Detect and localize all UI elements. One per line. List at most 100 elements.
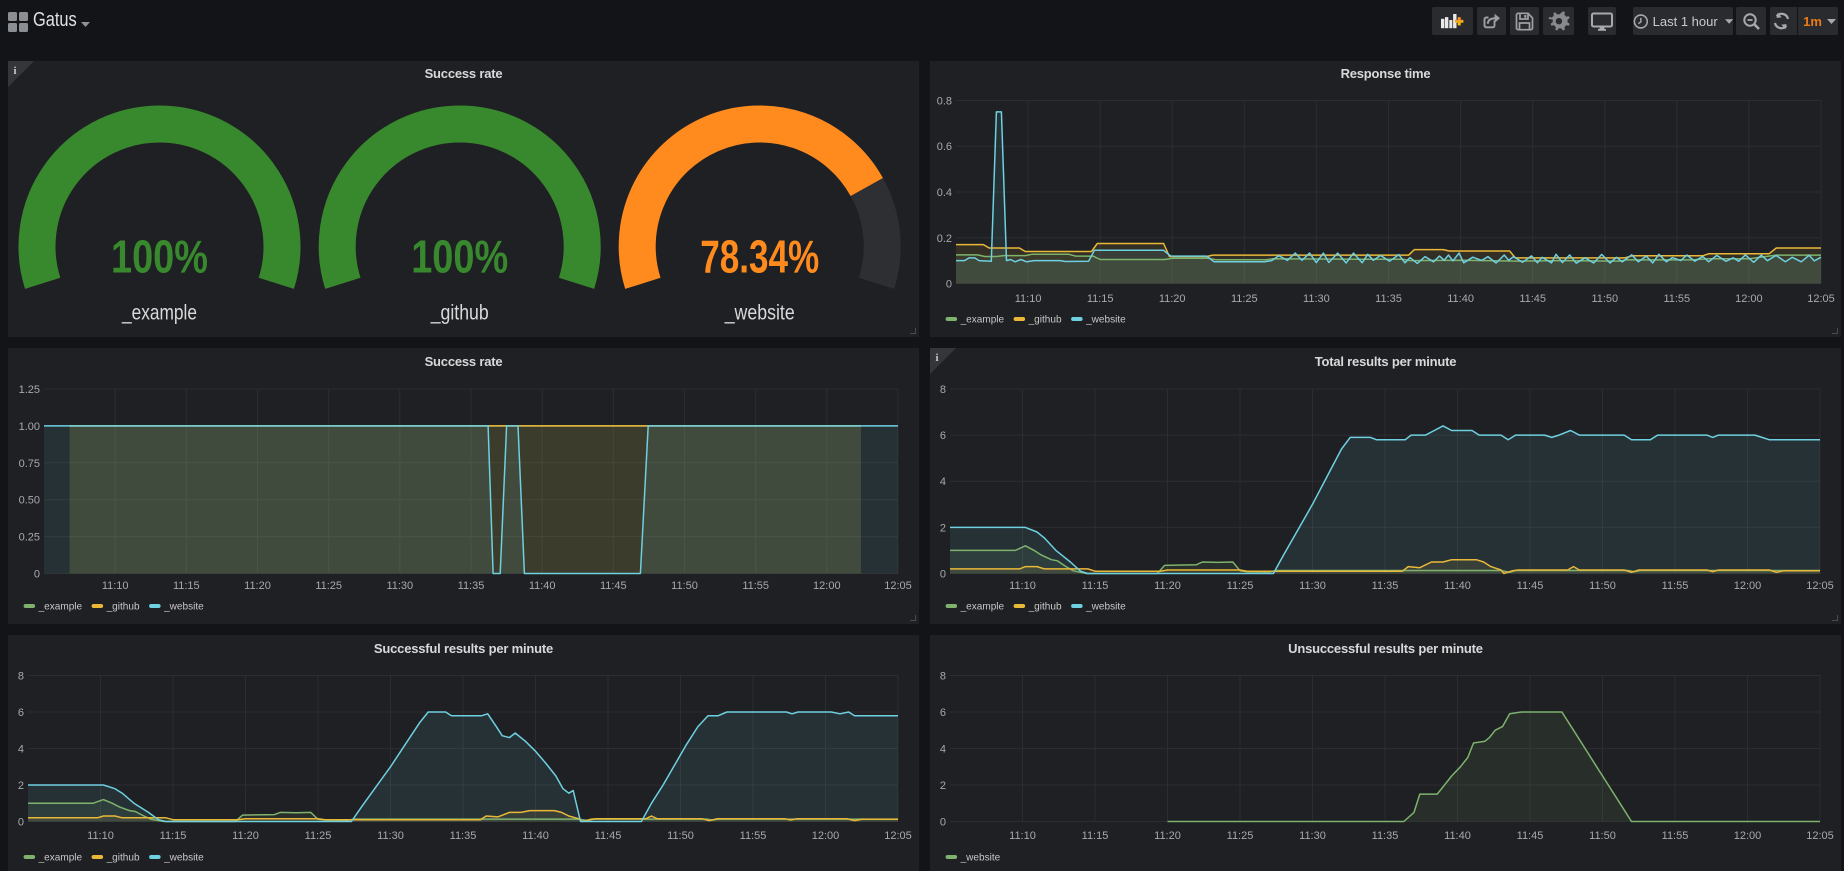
svg-text:i: i xyxy=(935,352,938,364)
svg-text:4: 4 xyxy=(940,476,946,488)
svg-text:11:45: 11:45 xyxy=(1519,293,1546,305)
svg-text:11:50: 11:50 xyxy=(667,830,694,842)
svg-text:11:40: 11:40 xyxy=(1444,580,1471,592)
svg-text:12:05: 12:05 xyxy=(884,830,912,842)
svg-text:11:10: 11:10 xyxy=(1015,293,1042,305)
svg-text:0.2: 0.2 xyxy=(937,233,952,245)
svg-text:78.34%: 78.34% xyxy=(700,231,819,283)
svg-text:_example: _example xyxy=(38,601,83,613)
svg-text:11:35: 11:35 xyxy=(1372,580,1399,592)
svg-text:11:20: 11:20 xyxy=(232,830,259,842)
svg-text:_example: _example xyxy=(960,601,1005,613)
svg-text:_example: _example xyxy=(121,302,197,325)
svg-text:11:35: 11:35 xyxy=(458,580,485,592)
svg-text:0.75: 0.75 xyxy=(19,458,40,470)
svg-text:4: 4 xyxy=(940,744,946,756)
svg-text:_github: _github xyxy=(106,852,140,864)
svg-text:_github: _github xyxy=(106,601,140,613)
svg-text:11:25: 11:25 xyxy=(1227,580,1254,592)
svg-text:0.25: 0.25 xyxy=(19,532,40,544)
svg-text:0: 0 xyxy=(946,279,952,291)
svg-text:11:10: 11:10 xyxy=(1009,580,1036,592)
svg-text:11:30: 11:30 xyxy=(1303,293,1330,305)
svg-text:11:25: 11:25 xyxy=(1227,830,1254,842)
svg-text:11:10: 11:10 xyxy=(1009,830,1036,842)
svg-text:0: 0 xyxy=(34,569,40,581)
svg-text:11:15: 11:15 xyxy=(1087,293,1114,305)
svg-text:6: 6 xyxy=(18,707,24,719)
svg-text:11:30: 11:30 xyxy=(377,830,404,842)
svg-text:12:05: 12:05 xyxy=(884,580,912,592)
svg-text:11:15: 11:15 xyxy=(1082,580,1109,592)
svg-text:11:50: 11:50 xyxy=(671,580,698,592)
svg-text:11:45: 11:45 xyxy=(1517,580,1544,592)
svg-text:_example: _example xyxy=(960,314,1005,326)
svg-text:11:20: 11:20 xyxy=(244,580,271,592)
svg-text:6: 6 xyxy=(940,707,946,719)
svg-text:i: i xyxy=(13,65,16,77)
svg-text:11:25: 11:25 xyxy=(1231,293,1258,305)
svg-text:8: 8 xyxy=(18,671,24,683)
svg-text:11:50: 11:50 xyxy=(1589,580,1616,592)
svg-text:11:30: 11:30 xyxy=(1299,580,1326,592)
svg-text:_website: _website xyxy=(724,302,795,325)
svg-text:11:35: 11:35 xyxy=(1375,293,1402,305)
svg-text:11:40: 11:40 xyxy=(522,830,549,842)
svg-text:11:50: 11:50 xyxy=(1589,830,1616,842)
svg-text:8: 8 xyxy=(940,671,946,683)
svg-text:_github: _github xyxy=(1028,314,1062,326)
svg-text:11:40: 11:40 xyxy=(529,580,556,592)
svg-text:12:00: 12:00 xyxy=(1735,293,1763,305)
svg-text:11:15: 11:15 xyxy=(173,580,200,592)
svg-text:1.00: 1.00 xyxy=(19,421,40,433)
svg-text:0: 0 xyxy=(940,569,946,581)
svg-text:11:25: 11:25 xyxy=(315,580,342,592)
svg-text:11:25: 11:25 xyxy=(305,830,332,842)
svg-text:_website: _website xyxy=(1085,314,1126,326)
svg-text:4: 4 xyxy=(18,744,24,756)
svg-text:12:05: 12:05 xyxy=(1806,830,1834,842)
svg-text:0: 0 xyxy=(18,817,24,829)
svg-text:_example: _example xyxy=(38,852,83,864)
svg-text:11:35: 11:35 xyxy=(1372,830,1399,842)
svg-text:_website: _website xyxy=(960,852,1001,864)
svg-text:11:55: 11:55 xyxy=(740,830,767,842)
svg-text:100%: 100% xyxy=(411,231,508,283)
svg-text:_website: _website xyxy=(163,601,204,613)
svg-text:8: 8 xyxy=(940,384,946,396)
svg-text:11:45: 11:45 xyxy=(600,580,627,592)
svg-text:6: 6 xyxy=(940,430,946,442)
svg-text:11:45: 11:45 xyxy=(595,830,622,842)
svg-text:2: 2 xyxy=(940,522,946,534)
svg-text:11:50: 11:50 xyxy=(1591,293,1618,305)
svg-text:100%: 100% xyxy=(111,231,208,283)
svg-text:11:20: 11:20 xyxy=(1154,580,1181,592)
svg-text:11:55: 11:55 xyxy=(1663,293,1690,305)
svg-text:11:55: 11:55 xyxy=(1662,830,1689,842)
svg-text:12:00: 12:00 xyxy=(812,830,840,842)
svg-text:11:10: 11:10 xyxy=(87,830,114,842)
svg-text:12:00: 12:00 xyxy=(1734,830,1762,842)
svg-text:11:35: 11:35 xyxy=(450,830,477,842)
svg-text:2: 2 xyxy=(940,780,946,792)
svg-text:11:30: 11:30 xyxy=(386,580,413,592)
svg-text:_github: _github xyxy=(1028,601,1062,613)
svg-text:12:00: 12:00 xyxy=(1734,580,1762,592)
svg-text:11:30: 11:30 xyxy=(1299,830,1326,842)
svg-text:_website: _website xyxy=(1085,601,1126,613)
svg-text:0.8: 0.8 xyxy=(937,96,952,108)
svg-text:1.25: 1.25 xyxy=(19,384,40,396)
svg-text:12:05: 12:05 xyxy=(1806,580,1834,592)
svg-text:11:15: 11:15 xyxy=(160,830,187,842)
svg-text:11:20: 11:20 xyxy=(1159,293,1186,305)
svg-text:11:40: 11:40 xyxy=(1447,293,1474,305)
svg-text:12:05: 12:05 xyxy=(1807,293,1835,305)
svg-text:11:15: 11:15 xyxy=(1082,830,1109,842)
svg-text:_github: _github xyxy=(430,302,489,325)
svg-text:11:20: 11:20 xyxy=(1154,830,1181,842)
svg-text:0.4: 0.4 xyxy=(937,187,952,199)
svg-text:0.6: 0.6 xyxy=(937,141,952,153)
svg-text:11:55: 11:55 xyxy=(742,580,769,592)
svg-text:0.50: 0.50 xyxy=(19,495,40,507)
svg-text:0: 0 xyxy=(940,817,946,829)
